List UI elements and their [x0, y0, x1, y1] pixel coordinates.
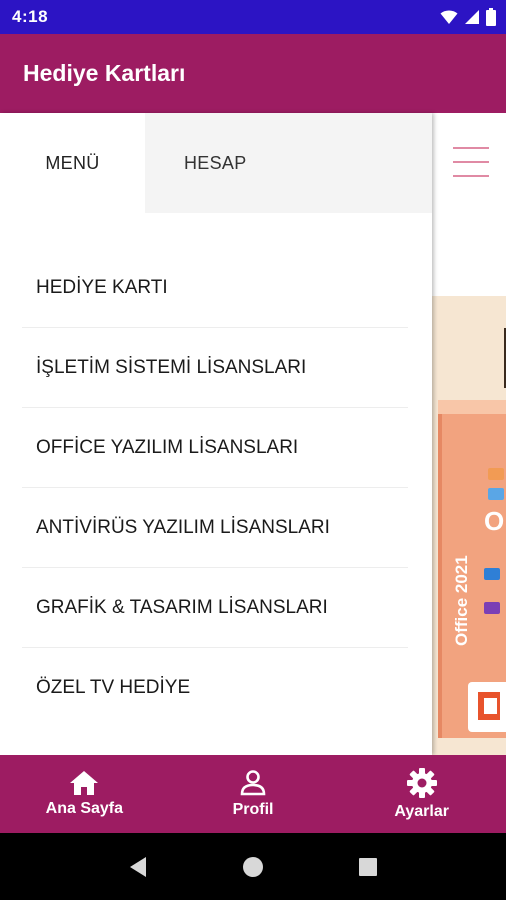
menu-item-graphic-design-licenses[interactable]: GRAFİK & TASARIM LİSANSLARI [22, 568, 408, 648]
menu-item-special-tv-gift[interactable]: ÖZEL TV HEDİYE [22, 648, 408, 728]
promo-banner[interactable]: O Office 2021 [432, 296, 506, 755]
menu-item-office-licenses[interactable]: OFFİCE YAZILIM LİSANSLARI [22, 408, 408, 488]
drawer-menu-list: HEDİYE KARTI İŞLETİM SİSTEMİ LİSANSLARI … [0, 248, 432, 728]
tab-menu[interactable]: MENÜ [0, 113, 145, 213]
nav-settings-label: Ayarlar [394, 803, 449, 820]
office-promo-text: Office 2021 [452, 555, 471, 646]
app-chip-icon [488, 468, 504, 480]
office-logo-icon [478, 692, 500, 720]
app-bar: Hediye Kartları [0, 34, 506, 113]
back-button[interactable] [118, 847, 158, 887]
status-icons [440, 8, 496, 26]
app-title: Hediye Kartları [23, 60, 186, 86]
home-circle-icon [242, 856, 263, 877]
gear-icon [406, 768, 437, 798]
status-bar: 4:18 [0, 0, 506, 34]
menu-item-antivirus-licenses[interactable]: ANTİVİRÜS YAZILIM LİSANSLARI [22, 488, 408, 568]
wifi-icon [440, 10, 458, 24]
home-button[interactable] [233, 847, 273, 887]
app-chip-icon [488, 488, 504, 500]
back-icon [129, 856, 146, 877]
status-time: 4:18 [12, 7, 49, 26]
tab-account[interactable]: HESAP [145, 113, 432, 213]
office-letter: O [484, 506, 505, 536]
nav-settings[interactable]: Ayarlar [337, 755, 506, 833]
outlook-chip-icon [484, 568, 500, 580]
hamburger-menu-icon[interactable] [453, 147, 489, 177]
battery-icon [486, 8, 496, 26]
recents-icon [359, 857, 378, 876]
menu-item-gift-card[interactable]: HEDİYE KARTI [22, 248, 408, 328]
person-icon [240, 770, 266, 796]
menu-item-os-licenses[interactable]: İŞLETİM SİSTEMİ LİSANSLARI [22, 328, 408, 408]
bottom-navigation: Ana Sayfa Profil Ayarlar [0, 755, 506, 833]
home-icon [70, 771, 99, 795]
signal-icon [465, 10, 479, 24]
navigation-drawer: MENÜ HESAP HEDİYE KARTI İŞLETİM SİSTEMİ … [0, 113, 432, 755]
nav-profile[interactable]: Profil [169, 755, 338, 833]
nav-home[interactable]: Ana Sayfa [0, 755, 169, 833]
onenote-chip-icon [484, 602, 500, 614]
recents-button[interactable] [348, 847, 388, 887]
drawer-tabs: MENÜ HESAP [0, 113, 432, 213]
nav-profile-label: Profil [232, 801, 274, 818]
nav-home-label: Ana Sayfa [45, 800, 124, 817]
system-navigation-bar [0, 833, 506, 900]
